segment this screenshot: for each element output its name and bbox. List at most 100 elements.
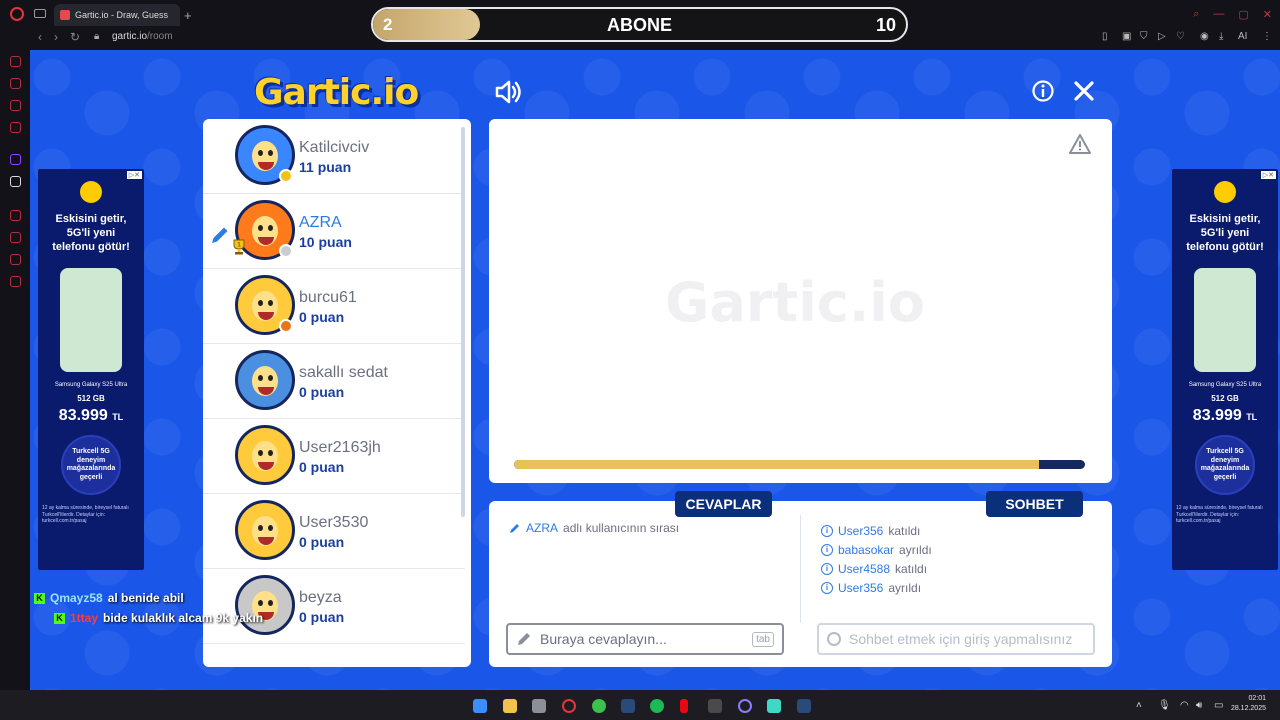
close-icon[interactable]: [1073, 80, 1095, 102]
ad-model: Samsung Galaxy S25 Ultra: [1188, 382, 1262, 389]
ad-left[interactable]: ▷✕ Eskisini getir, 5G'li yeni telefonu g…: [38, 169, 144, 570]
ad-price-value: 83.999: [1192, 407, 1242, 425]
answer-input[interactable]: Buraya cevaplayın... tab: [506, 623, 784, 655]
player-row[interactable]: Katilcivciv 11 puan: [203, 119, 465, 194]
app-icon[interactable]: [738, 699, 752, 713]
sidebar-item-2[interactable]: [10, 78, 21, 89]
forward-icon[interactable]: ›: [54, 30, 58, 44]
info-icon[interactable]: [1032, 80, 1054, 102]
avatar-eye: [258, 450, 263, 456]
speaker-icon[interactable]: [494, 79, 522, 105]
play-icon[interactable]: ▷: [1158, 31, 1166, 42]
taskbar: ˄ 🎙︎ ◠ 🔊︎ ▭ 02:01 28.12.2025: [0, 690, 1280, 720]
subscriber-goal: 10: [875, 15, 896, 35]
lock-icon[interactable]: 🔒︎: [94, 31, 99, 42]
subscriber-title: ABONE: [606, 15, 672, 35]
store-icon[interactable]: [532, 699, 546, 713]
avatar-eye: [258, 525, 263, 531]
avatar[interactable]: [235, 500, 295, 560]
player-row[interactable]: burcu61 0 puan: [203, 269, 465, 344]
profile-icon[interactable]: ◉: [1200, 31, 1209, 42]
reload-icon[interactable]: ↻: [70, 30, 80, 44]
game-icon[interactable]: [708, 699, 722, 713]
avatar[interactable]: [235, 350, 295, 410]
report-warning-icon[interactable]: [1068, 133, 1092, 155]
avatar-eye: [268, 600, 273, 606]
new-tab-icon[interactable]: +: [184, 8, 192, 23]
player-list[interactable]: Katilcivciv 11 puan 1 AZRA 10 puan burcu61 0 p…: [203, 119, 471, 667]
sidebar-item-6[interactable]: [10, 232, 21, 243]
player-name: AZRA: [299, 214, 342, 231]
status-badge: [279, 319, 293, 333]
kick-icon: K: [54, 612, 65, 624]
player-row[interactable]: sakallı sedat 0 puan: [203, 344, 465, 419]
settings-icon[interactable]: [10, 276, 21, 287]
tab-answers[interactable]: CEVAPLAR: [675, 491, 772, 517]
snapshot-icon[interactable]: ▣: [1122, 31, 1131, 42]
file-explorer-icon[interactable]: [503, 699, 517, 713]
drawing-canvas[interactable]: Gartic.io: [489, 119, 1112, 483]
tray-chevron-icon[interactable]: ˄: [1136, 700, 1142, 711]
back-icon[interactable]: ‹: [38, 30, 42, 44]
download-icon[interactable]: ⤓: [1219, 31, 1223, 42]
battery-icon[interactable]: ▭: [1214, 700, 1223, 711]
tab-chat[interactable]: SOHBET: [986, 491, 1083, 517]
ad-fine-print: 12 ay kalma süresinde, bireysel faturalı…: [1176, 505, 1263, 525]
ad-price: 83.999 TL: [38, 407, 144, 425]
ad-fine-print: 12 ay kalma süresinde, bireysel faturalı…: [42, 505, 129, 525]
x-icon[interactable]: [10, 176, 21, 187]
avatar[interactable]: [235, 425, 295, 485]
steam-icon[interactable]: [621, 699, 635, 713]
chat-log-entry: i User4588 katıldı: [821, 559, 932, 578]
tab-overview-icon[interactable]: [34, 9, 46, 18]
player-row[interactable]: User3530 0 puan: [203, 494, 465, 569]
search-icon[interactable]: ⌕: [1193, 8, 1199, 21]
spotify-icon[interactable]: [650, 699, 664, 713]
ad-right[interactable]: ▷✕ Eskisini getir, 5G'li yeni telefonu g…: [1172, 169, 1278, 570]
microphone-icon[interactable]: 🎙︎: [1158, 700, 1171, 711]
maximize-icon[interactable]: ▢: [1238, 8, 1248, 21]
ad-model: Samsung Galaxy S25 Ultra: [54, 382, 128, 389]
opera-taskbar-icon[interactable]: [562, 699, 576, 713]
netflix-icon[interactable]: [680, 699, 688, 713]
chat-input[interactable]: Sohbet etmek için giriş yapmalısınız: [817, 623, 1095, 655]
stream-chat-text: al benide abil: [107, 591, 184, 605]
wifi-icon[interactable]: ◠: [1180, 700, 1189, 711]
sidebar-item-7[interactable]: [10, 254, 21, 265]
kick-icon: K: [34, 592, 45, 604]
player-row[interactable]: 1 AZRA 10 puan: [203, 194, 465, 269]
sidebar-item-3[interactable]: [10, 100, 21, 111]
sidebar-item-5[interactable]: [10, 210, 21, 221]
xbox-icon[interactable]: [592, 699, 606, 713]
steam-icon-2[interactable]: [797, 699, 811, 713]
address-bar[interactable]: gartic.io/room: [112, 31, 173, 42]
start-icon[interactable]: [473, 699, 487, 713]
twitch-icon[interactable]: [10, 154, 21, 165]
clock[interactable]: 02:01 28.12.2025: [1231, 694, 1266, 714]
bookmark-icon[interactable]: ▯: [1102, 31, 1108, 42]
ai-button[interactable]: AI: [1238, 31, 1247, 42]
heart-icon[interactable]: ♡: [1176, 31, 1185, 42]
sidebar-item-1[interactable]: [10, 56, 21, 67]
player-row[interactable]: User2163jh 0 puan: [203, 419, 465, 494]
player-list-scrollbar[interactable]: [461, 127, 465, 517]
close-window-icon[interactable]: ✕: [1263, 8, 1272, 21]
app-icon-2[interactable]: [767, 699, 781, 713]
browser-tab[interactable]: Gartic.io - Draw, Guess: [54, 4, 180, 26]
status-badge: [279, 169, 293, 183]
ad-close-icon[interactable]: ▷✕: [126, 171, 142, 179]
answer-placeholder: Buraya cevaplayın...: [540, 631, 667, 647]
sidebar-item-4[interactable]: [10, 122, 21, 133]
stream-chat-message: K Qmayz58 al benide abil: [34, 588, 263, 608]
chat-log-entry: i babasokar ayrıldı: [821, 540, 932, 559]
minimize-icon[interactable]: —: [1213, 8, 1224, 21]
volume-icon[interactable]: 🔊︎: [1196, 700, 1202, 711]
shield-icon[interactable]: ⛉: [1140, 31, 1148, 42]
opera-logo-icon[interactable]: [10, 7, 24, 21]
menu-icon[interactable]: ⋮: [1262, 31, 1272, 42]
gartic-logo[interactable]: Gartic.io: [254, 72, 419, 113]
avatar-eye: [268, 225, 273, 231]
tab-title: Gartic.io - Draw, Guess: [75, 10, 169, 20]
ad-close-icon[interactable]: ▷✕: [1260, 171, 1276, 179]
chat-log-action: ayrıldı: [899, 542, 932, 557]
